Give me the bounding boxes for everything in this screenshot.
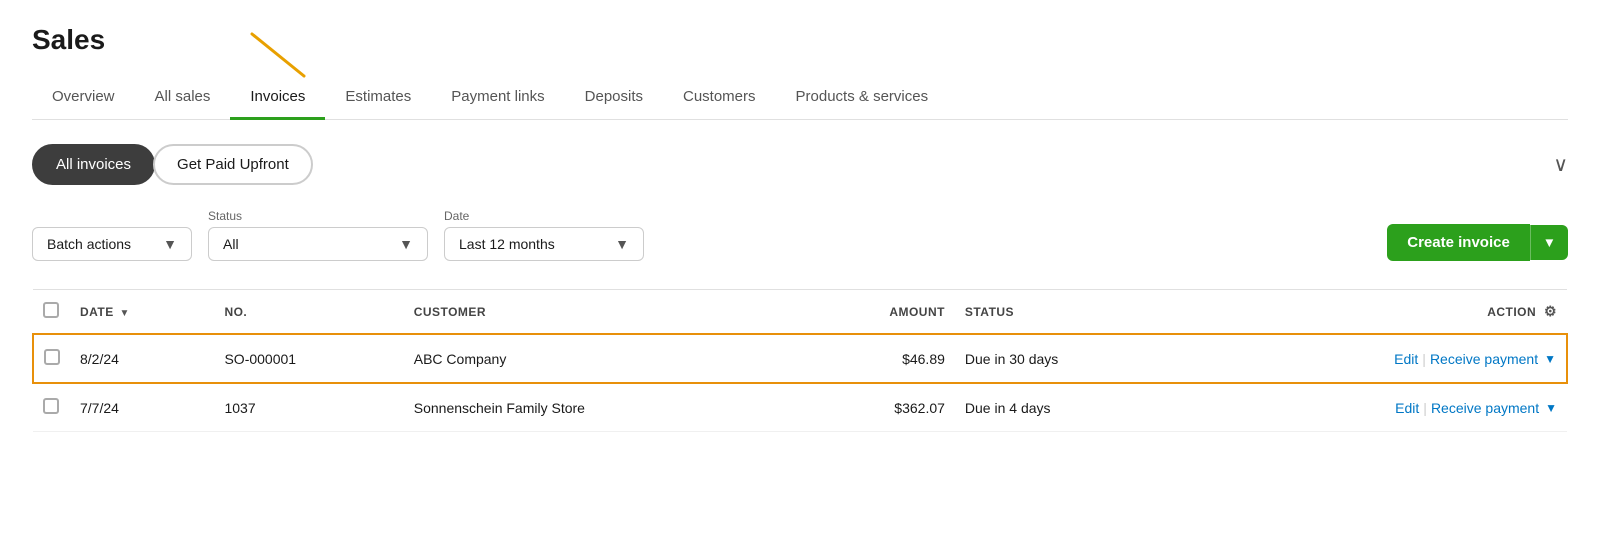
- create-invoice-group: Create invoice ▼: [1387, 224, 1568, 261]
- table-header-row: DATE ▼ NO. CUSTOMER AMOUNT STATUS: [33, 290, 1567, 335]
- row1-action-sep: |: [1422, 351, 1426, 367]
- tab-overview[interactable]: Overview: [32, 76, 135, 120]
- table-row: 8/2/24 SO-000001 ABC Company $46.89 Due …: [33, 334, 1567, 383]
- row1-checkbox-cell: [33, 334, 70, 383]
- row1-date: 8/2/24: [70, 334, 214, 383]
- date-value: Last 12 months: [459, 236, 555, 252]
- row2-action-dropdown-icon[interactable]: ▼: [1545, 401, 1557, 415]
- col-amount: AMOUNT: [799, 290, 955, 335]
- row2-action-cell: Edit | Receive payment ▼: [1189, 383, 1567, 432]
- row1-checkbox[interactable]: [44, 349, 60, 365]
- row1-receive-payment-link[interactable]: Receive payment: [1430, 351, 1538, 367]
- row2-date: 7/7/24: [70, 383, 214, 432]
- col-no: NO.: [214, 290, 403, 335]
- invoice-toggle-row: All invoices Get Paid Upfront ∨: [32, 144, 1568, 185]
- batch-actions-dropdown[interactable]: Batch actions ▼: [32, 227, 192, 261]
- row1-action-links: Edit | Receive payment ▼: [1199, 351, 1556, 367]
- batch-actions-label: Batch actions: [47, 236, 131, 252]
- invoices-table-wrapper: DATE ▼ NO. CUSTOMER AMOUNT STATUS: [32, 289, 1568, 432]
- create-invoice-dropdown-button[interactable]: ▼: [1530, 225, 1568, 260]
- invoices-table: DATE ▼ NO. CUSTOMER AMOUNT STATUS: [32, 289, 1568, 432]
- action-gear-icon[interactable]: ⚙: [1544, 303, 1557, 319]
- row2-edit-link[interactable]: Edit: [1395, 400, 1419, 416]
- batch-actions-group: Batch actions ▼: [32, 227, 192, 261]
- tab-all-sales[interactable]: All sales: [135, 76, 231, 120]
- invoice-toggle-buttons: All invoices Get Paid Upfront: [32, 144, 313, 185]
- tab-deposits[interactable]: Deposits: [565, 76, 663, 120]
- col-date[interactable]: DATE ▼: [70, 290, 214, 335]
- status-value: All: [223, 236, 239, 252]
- row1-edit-link[interactable]: Edit: [1394, 351, 1418, 367]
- status-label: Status: [208, 209, 428, 223]
- get-paid-upfront-button[interactable]: Get Paid Upfront: [153, 144, 313, 185]
- create-invoice-label: Create invoice: [1407, 234, 1510, 251]
- collapse-icon[interactable]: ∨: [1553, 152, 1568, 177]
- row1-no: SO-000001: [214, 334, 403, 383]
- table-row: 7/7/24 1037 Sonnenschein Family Store $3…: [33, 383, 1567, 432]
- col-amount-label: AMOUNT: [889, 305, 945, 319]
- sales-page: Sales Overview All sales Invoices Estima…: [0, 0, 1600, 456]
- row1-action-cell: Edit | Receive payment ▼: [1189, 334, 1567, 383]
- tab-products-services[interactable]: Products & services: [776, 76, 949, 120]
- status-filter-group: Status All ▼: [208, 209, 428, 261]
- row2-no: 1037: [214, 383, 403, 432]
- col-action: ACTION ⚙: [1189, 290, 1567, 335]
- tab-estimates[interactable]: Estimates: [325, 76, 431, 120]
- row2-checkbox[interactable]: [43, 398, 59, 414]
- page-title: Sales: [32, 24, 1568, 56]
- row2-status: Due in 4 days: [955, 383, 1189, 432]
- row2-action-links: Edit | Receive payment ▼: [1199, 400, 1557, 416]
- row2-receive-payment-link[interactable]: Receive payment: [1431, 400, 1539, 416]
- row1-action-dropdown-icon[interactable]: ▼: [1544, 352, 1556, 366]
- status-chevron: ▼: [399, 236, 413, 252]
- col-customer-label: CUSTOMER: [414, 305, 486, 319]
- tab-invoices[interactable]: Invoices: [230, 76, 325, 120]
- row1-status: Due in 30 days: [955, 334, 1189, 383]
- nav-tabs: Overview All sales Invoices Estimates Pa…: [32, 76, 1568, 120]
- date-label: Date: [444, 209, 644, 223]
- row2-action-sep: |: [1423, 400, 1427, 416]
- row1-amount: $46.89: [799, 334, 955, 383]
- col-no-label: NO.: [224, 305, 247, 319]
- row2-customer: Sonnenschein Family Store: [404, 383, 799, 432]
- select-all-header[interactable]: [33, 290, 70, 335]
- status-dropdown[interactable]: All ▼: [208, 227, 428, 261]
- all-invoices-button[interactable]: All invoices: [32, 144, 155, 185]
- col-status-label: STATUS: [965, 305, 1014, 319]
- select-all-checkbox[interactable]: [43, 302, 59, 318]
- create-invoice-dropdown-icon: ▼: [1543, 235, 1556, 250]
- filter-row: Batch actions ▼ Status All ▼ Date Last 1…: [32, 209, 1568, 261]
- col-customer: CUSTOMER: [404, 290, 799, 335]
- date-chevron: ▼: [615, 236, 629, 252]
- col-action-label: ACTION: [1487, 305, 1536, 319]
- create-invoice-button[interactable]: Create invoice: [1387, 224, 1530, 261]
- col-date-label: DATE: [80, 305, 114, 319]
- row1-customer: ABC Company: [404, 334, 799, 383]
- tab-payment-links[interactable]: Payment links: [431, 76, 564, 120]
- date-sort-icon: ▼: [120, 308, 130, 319]
- col-status: STATUS: [955, 290, 1189, 335]
- batch-actions-chevron: ▼: [163, 236, 177, 252]
- tab-customers[interactable]: Customers: [663, 76, 776, 120]
- row2-amount: $362.07: [799, 383, 955, 432]
- date-filter-group: Date Last 12 months ▼: [444, 209, 644, 261]
- date-dropdown[interactable]: Last 12 months ▼: [444, 227, 644, 261]
- row2-checkbox-cell: [33, 383, 70, 432]
